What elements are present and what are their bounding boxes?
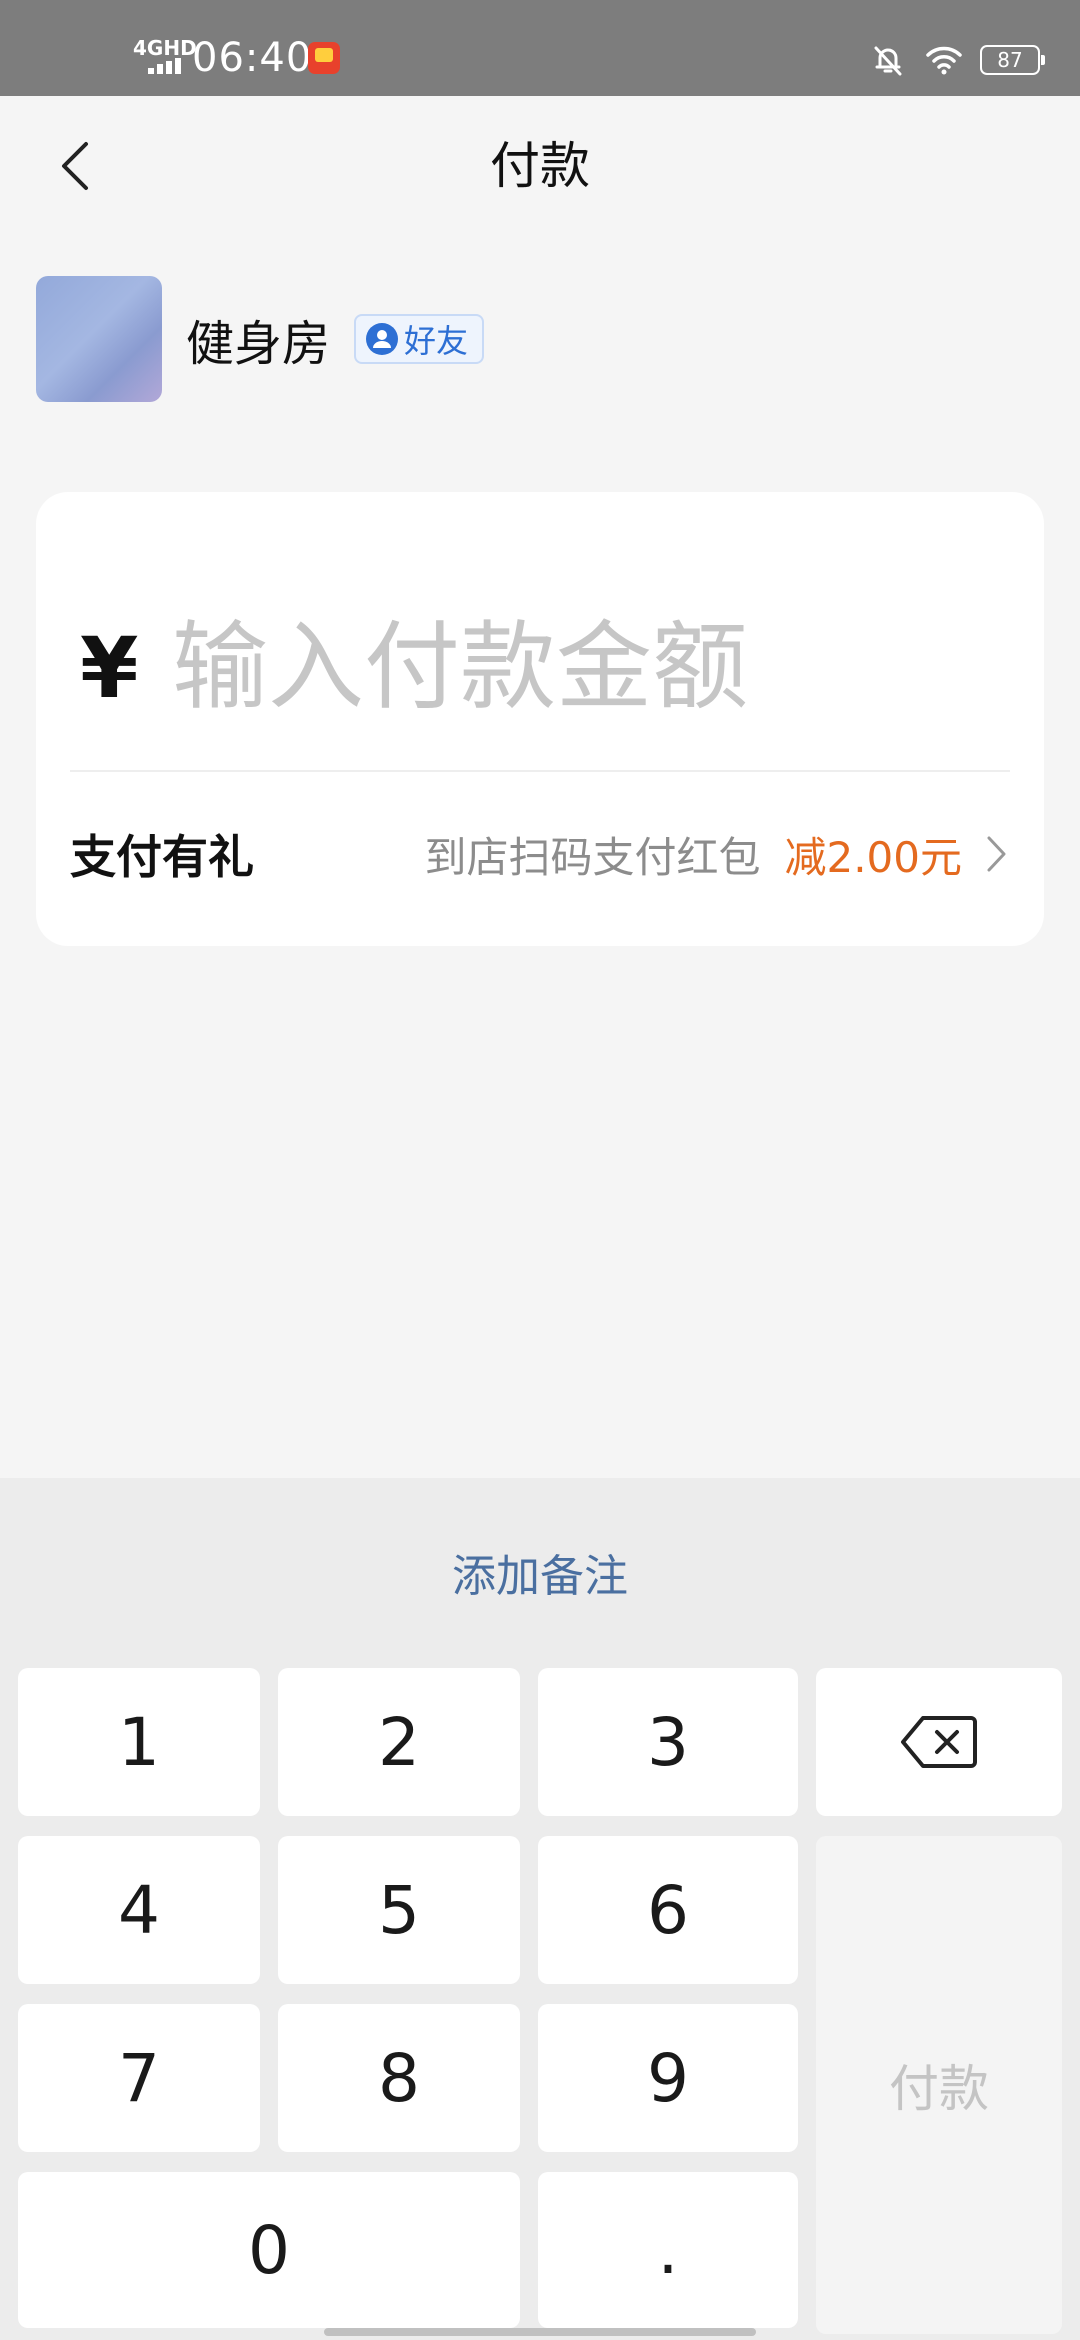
wifi-icon bbox=[926, 46, 962, 75]
promo-row[interactable]: 支付有礼 到店扫码支付红包 减2.00元 bbox=[36, 772, 1044, 936]
delete-button[interactable] bbox=[816, 1668, 1062, 1816]
key-decimal[interactable]: . bbox=[538, 2172, 798, 2328]
person-icon bbox=[366, 323, 399, 355]
key-8[interactable]: 8 bbox=[278, 2004, 520, 2152]
promo-description: 到店扫码支付红包 bbox=[424, 832, 761, 882]
number-keypad: 添加备注 1 2 3 4 5 6 7 8 9 0 . 付款 bbox=[0, 1478, 1080, 2340]
status-bar: 4GHD 06:40 87 bbox=[0, 0, 1080, 96]
network-type: 4GHD bbox=[133, 36, 197, 60]
promo-title: 支付有礼 bbox=[70, 830, 254, 884]
key-1[interactable]: 1 bbox=[18, 1668, 260, 1816]
bell-muted-icon bbox=[874, 46, 902, 76]
battery-indicator: 87 bbox=[980, 45, 1045, 75]
chevron-right-icon bbox=[987, 836, 1006, 872]
status-time: 06:40 bbox=[192, 35, 313, 81]
key-6[interactable]: 6 bbox=[538, 1836, 798, 1984]
key-2[interactable]: 2 bbox=[278, 1668, 520, 1816]
home-indicator[interactable] bbox=[324, 2328, 756, 2336]
pay-button[interactable]: 付款 bbox=[816, 1836, 1062, 2334]
signal-icon bbox=[148, 58, 181, 74]
backspace-icon bbox=[901, 1716, 977, 1768]
key-5[interactable]: 5 bbox=[278, 1836, 520, 1984]
friend-badge-label: 好友 bbox=[404, 322, 469, 360]
key-4[interactable]: 4 bbox=[18, 1836, 260, 1984]
page-title: 付款 bbox=[490, 137, 590, 195]
friend-badge: 好友 bbox=[354, 314, 485, 364]
merchant-avatar bbox=[36, 276, 162, 402]
currency-symbol: ¥ bbox=[80, 619, 139, 717]
amount-input[interactable] bbox=[172, 602, 1012, 732]
key-7[interactable]: 7 bbox=[18, 2004, 260, 2152]
add-remark-button[interactable]: 添加备注 bbox=[0, 1540, 1080, 1604]
key-9[interactable]: 9 bbox=[538, 2004, 798, 2152]
merchant-info: 健身房 好友 bbox=[36, 275, 485, 403]
key-3[interactable]: 3 bbox=[538, 1668, 798, 1816]
promo-discount: 减2.00元 bbox=[784, 832, 962, 882]
key-0[interactable]: 0 bbox=[18, 2172, 520, 2328]
app-notification-icon bbox=[308, 42, 340, 74]
top-bar: 付款 bbox=[0, 96, 1080, 246]
payment-card: ¥ 支付有礼 到店扫码支付红包 减2.00元 bbox=[36, 492, 1044, 946]
merchant-name: 健身房 bbox=[186, 316, 331, 372]
